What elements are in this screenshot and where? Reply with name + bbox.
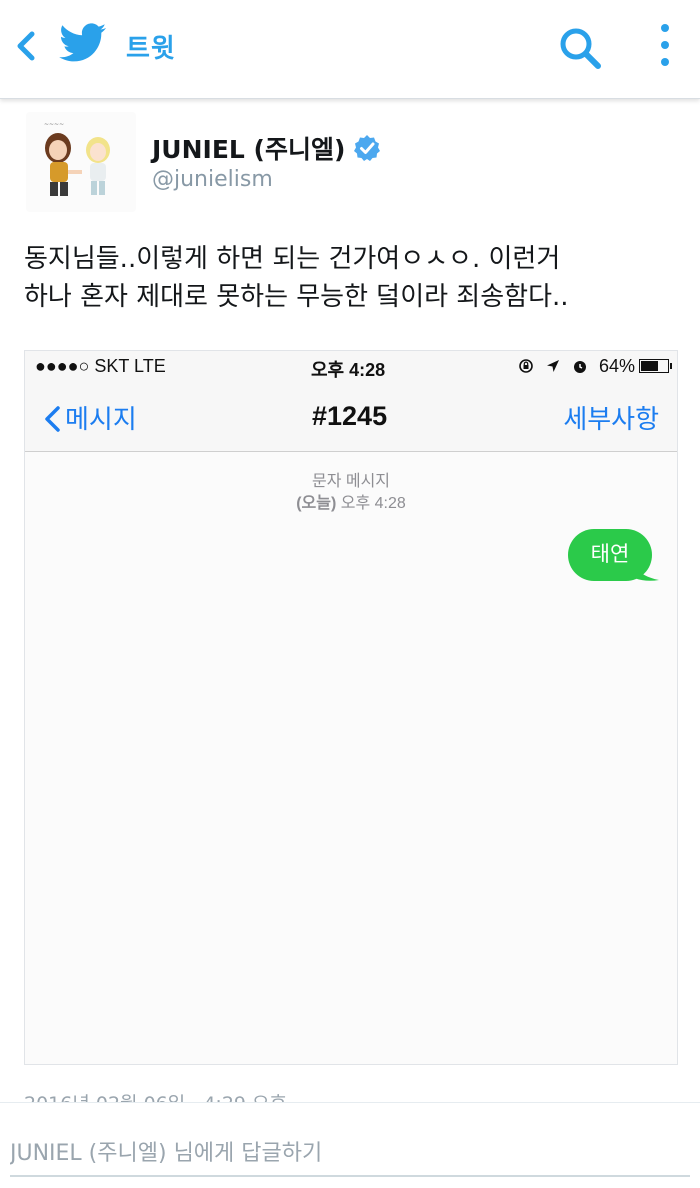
message-day: (오늘): [296, 495, 337, 512]
message-bubble: 태연: [568, 529, 652, 581]
message-meta: 문자 메시지 (오늘) 오후 4:28: [25, 471, 677, 515]
author-name[interactable]: JUNIEL (주니엘): [152, 130, 381, 166]
search-icon[interactable]: [556, 24, 604, 72]
page-title: 트윗: [126, 34, 176, 64]
app-bar: 트윗: [0, 0, 700, 99]
status-right: 64%: [518, 356, 672, 377]
message-date: (오늘) 오후 4:28: [25, 493, 677, 515]
details-button[interactable]: 세부사항: [563, 399, 659, 436]
location-arrow-icon: [546, 360, 559, 372]
messages-nav-bar: 메시지 #1245 세부사항: [25, 383, 677, 452]
more-vertical-icon[interactable]: [650, 20, 680, 74]
alarm-icon: [573, 361, 586, 373]
tweet-line: 동지님들..이렇게 하면 되는 건가여ㅇㅅㅇ. 이런거: [24, 244, 561, 274]
messages-back-label: 메시지: [65, 404, 137, 434]
tweet-text: 동지님들..이렇게 하면 되는 건가여ㅇㅅㅇ. 이런거 하나 혼자 제대로 못하…: [24, 240, 674, 316]
status-time: 오후 4:28: [311, 360, 386, 380]
status-bar: ●●●●○ SKT LTE 오후 4:28 64%: [25, 351, 677, 383]
reply-input[interactable]: [10, 1131, 690, 1177]
battery-icon: [639, 359, 672, 373]
svg-text:~~~~: ~~~~: [44, 121, 64, 128]
messages-back-button[interactable]: 메시지: [43, 399, 137, 436]
author-handle[interactable]: @junielism: [152, 167, 273, 192]
avatar-illustration: ~~~~: [26, 112, 136, 212]
message-type-label: 문자 메시지: [311, 473, 391, 490]
battery-fill: [641, 361, 658, 371]
message-time: 오후 4:28: [340, 495, 406, 512]
attached-image[interactable]: ●●●●○ SKT LTE 오후 4:28 64% 메시지 #1245 세부사항…: [24, 350, 678, 1065]
carrier-signal: ●●●●○ SKT LTE: [35, 356, 166, 376]
tweet-line: 하나 혼자 제대로 못하는 무능한 덬이라 죄송함다..: [24, 282, 569, 312]
reply-bar: [0, 1102, 700, 1188]
avatar[interactable]: ~~~~: [26, 112, 136, 212]
twitter-bird-icon: [59, 23, 106, 62]
chevron-left-icon: [45, 406, 60, 432]
rotation-lock-icon: [519, 359, 533, 373]
conversation-title: #1245: [312, 401, 388, 431]
battery-percent: 64%: [598, 356, 635, 376]
verified-badge-icon: [354, 135, 381, 161]
back-arrow-icon[interactable]: [8, 26, 44, 66]
